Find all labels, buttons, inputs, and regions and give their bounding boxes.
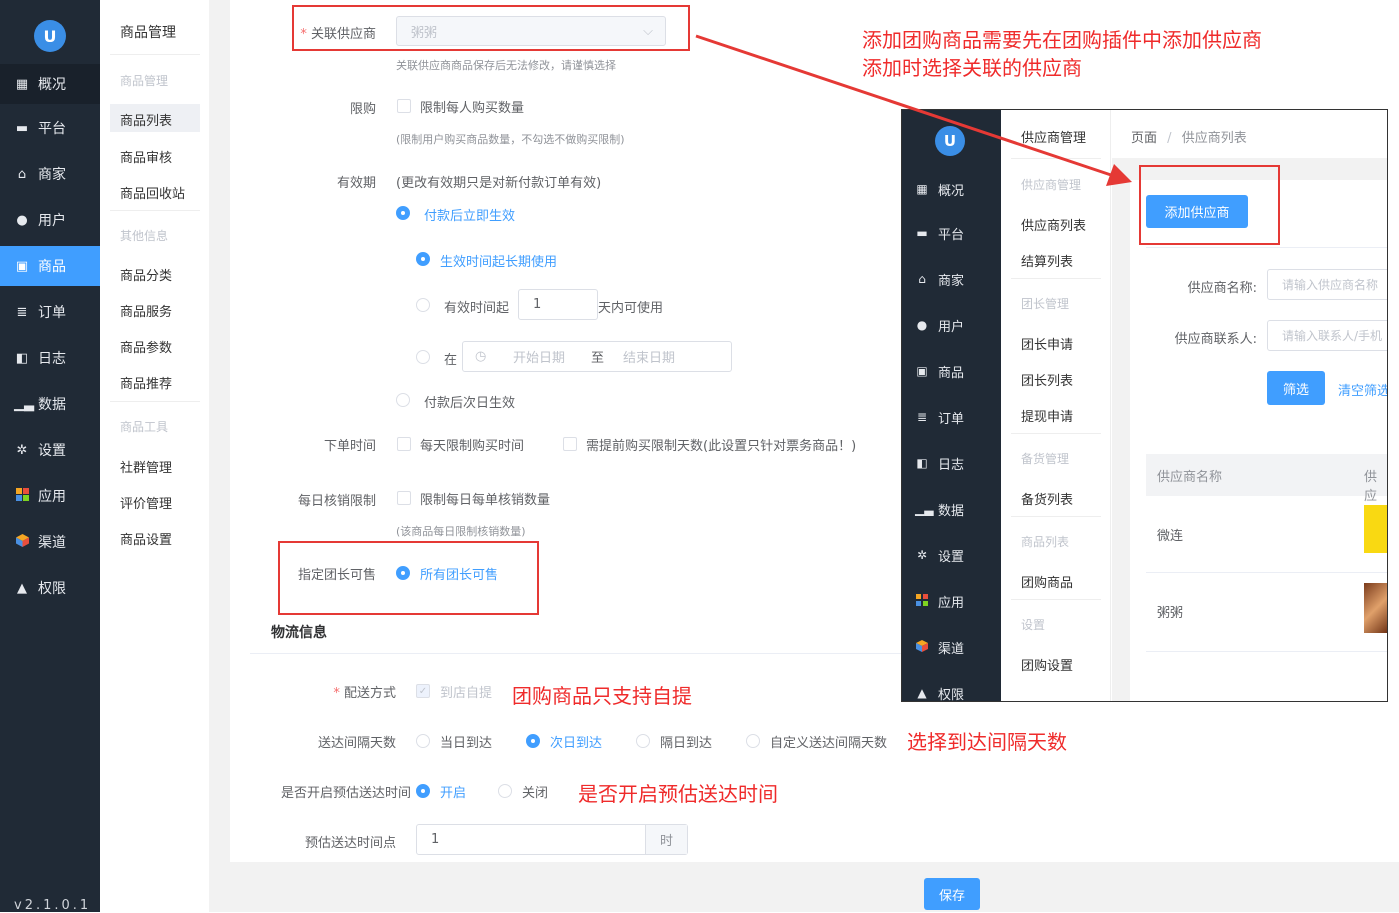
annotation-arrow <box>695 34 1132 186</box>
